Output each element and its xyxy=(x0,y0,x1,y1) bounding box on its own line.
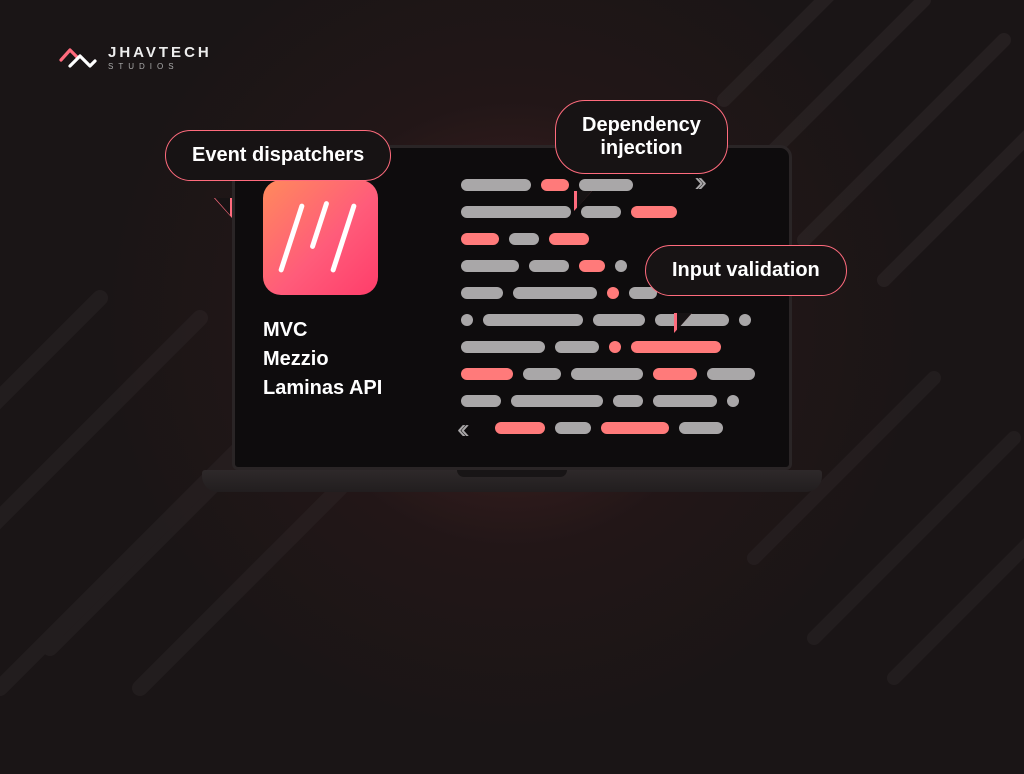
code-line xyxy=(461,232,761,245)
brand-subtitle: STUDIOS xyxy=(108,63,212,71)
code-line xyxy=(461,394,761,407)
feature-mezzio: Mezzio xyxy=(263,348,433,371)
code-abstract: ›› ‹‹ xyxy=(461,172,761,443)
laptop-screen: MVC Mezzio Laminas API ›› ‹‹ xyxy=(232,145,792,470)
callout-input-validation: Input validation xyxy=(645,245,847,296)
callout-event-dispatchers: Event dispatchers xyxy=(165,130,391,181)
callout-label-line2: injection xyxy=(600,137,682,159)
callout-label-line1: Dependency xyxy=(582,114,701,136)
code-line xyxy=(461,367,761,380)
callout-label: Input validation xyxy=(672,259,820,281)
brand-name: JHAVTECH xyxy=(108,45,212,60)
laptop-base xyxy=(202,470,822,492)
feature-laminas: Laminas API xyxy=(263,377,433,400)
laptop-illustration: MVC Mezzio Laminas API ›› ‹‹ xyxy=(232,145,792,492)
callout-label: Event dispatchers xyxy=(192,144,364,166)
code-line xyxy=(461,205,761,218)
feature-list: MVC Mezzio Laminas API xyxy=(263,319,433,400)
framework-icon xyxy=(263,180,378,295)
code-line xyxy=(461,178,761,191)
logo-icon xyxy=(58,44,98,72)
code-line xyxy=(495,421,761,434)
callout-dependency-injection: Dependency injection xyxy=(555,100,728,174)
screen-left-panel: MVC Mezzio Laminas API xyxy=(263,172,433,443)
code-line xyxy=(461,340,761,353)
code-line xyxy=(461,313,761,326)
brand-logo: JHAVTECH STUDIOS xyxy=(58,44,212,72)
chevron-left-icon: ‹‹ xyxy=(457,413,464,445)
feature-mvc: MVC xyxy=(263,319,433,342)
